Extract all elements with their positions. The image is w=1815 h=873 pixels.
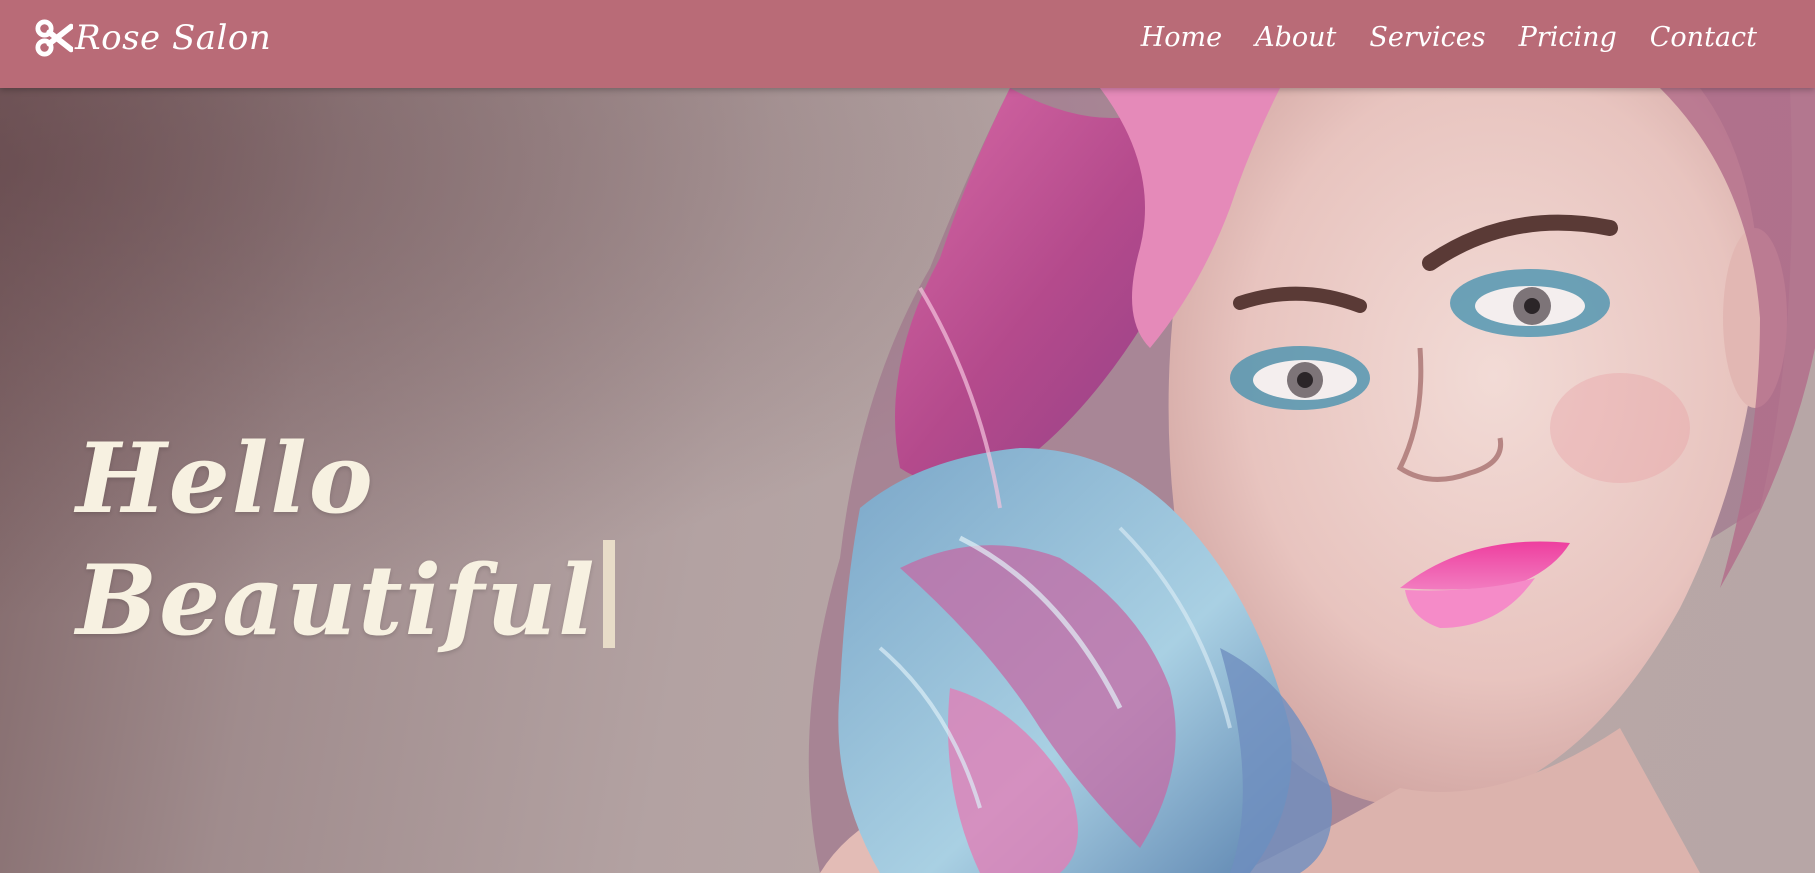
brand-logo-link[interactable]: Rose Salon [35, 18, 271, 58]
top-navbar: Rose Salon Home About Services Pricing C… [0, 0, 1815, 88]
scissors-icon [35, 19, 73, 57]
nav-link-services[interactable]: Services [1369, 22, 1485, 53]
nav-link-about[interactable]: About [1255, 22, 1336, 53]
nav-link-home[interactable]: Home [1141, 22, 1222, 53]
hero-headline: Hello Beautiful [76, 418, 615, 662]
nav-link-pricing[interactable]: Pricing [1519, 22, 1617, 53]
nav-link-contact[interactable]: Contact [1650, 22, 1757, 53]
typing-caret [602, 540, 615, 648]
hero-section: Hello Beautiful [0, 88, 1815, 873]
main-nav: Home About Services Pricing Contact [1108, 20, 1757, 56]
headline-word-beautiful: Beautiful [76, 544, 597, 657]
headline-line-2: Beautiful [76, 540, 615, 662]
brand-name: Rose Salon [75, 18, 272, 58]
headline-line-1: Hello [76, 422, 375, 535]
